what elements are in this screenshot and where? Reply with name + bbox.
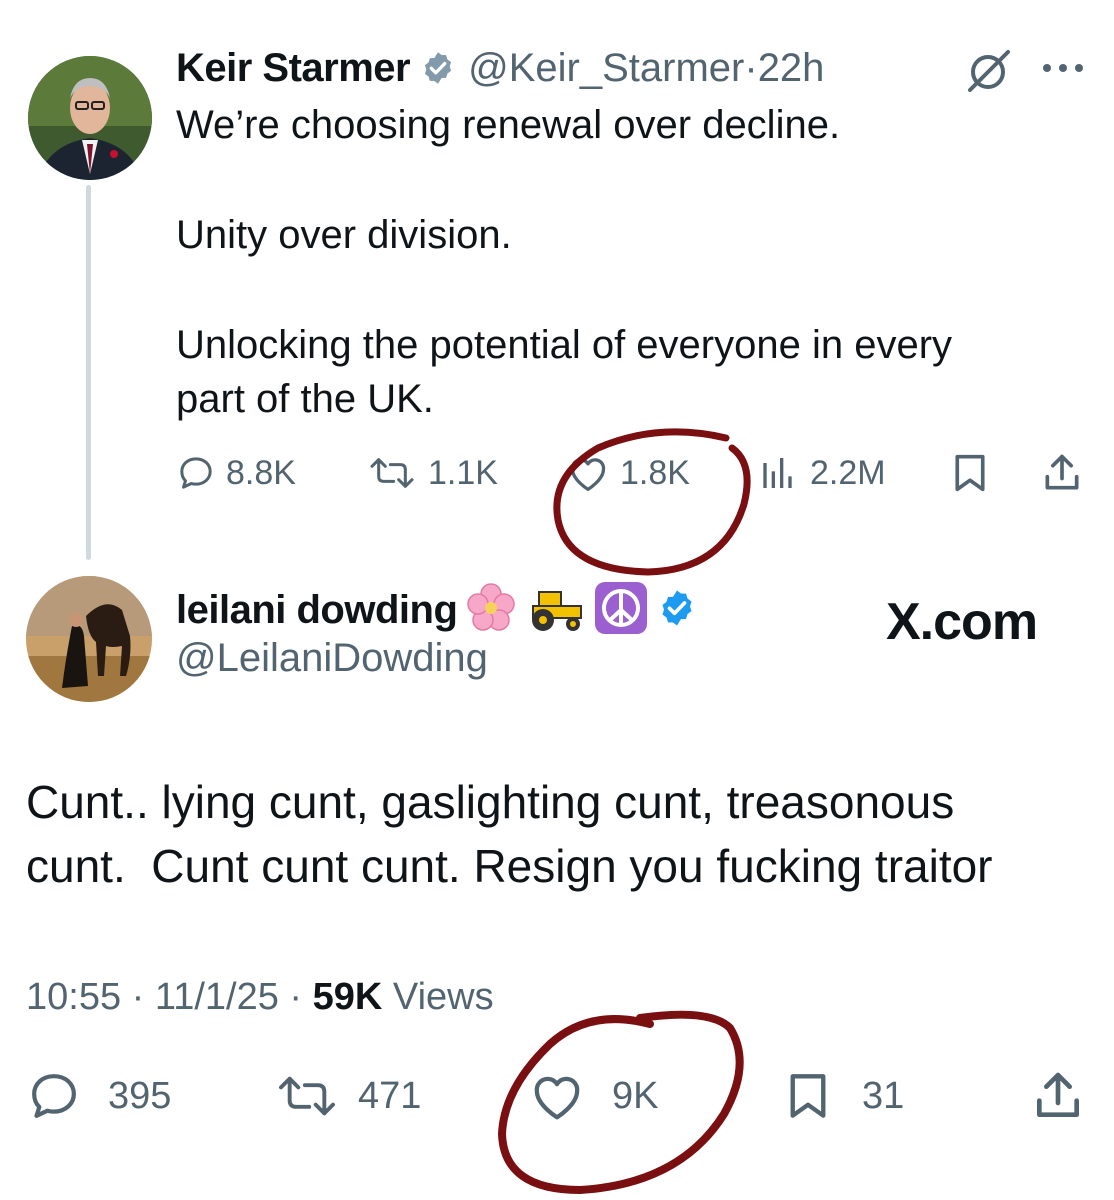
tweet1-author-name[interactable]: Keir Starmer <box>176 46 411 91</box>
tweet1-separator: · <box>744 45 758 90</box>
tweet2-handle[interactable]: @LeilaniDowding <box>176 636 488 681</box>
share-icon <box>1037 1072 1079 1117</box>
tweet2-views-label: Views <box>392 976 494 1018</box>
reply-icon <box>180 457 212 489</box>
cherry-blossom-emoji-icon <box>465 582 517 639</box>
views-count: 2.2M <box>810 453 886 492</box>
repost-icon <box>279 1076 335 1116</box>
keir-starmer-avatar[interactable] <box>28 56 152 180</box>
tweet1-text-line: We’re choosing renewal over decline. <box>176 103 841 147</box>
tweet2-header: leilani dowding <box>176 580 697 641</box>
tweet2-text: Cunt.. lying cunt, gaslighting cunt, tre… <box>26 770 1096 898</box>
tweet2-text-line: cunt. Cunt cunt cunt. Resign you fucking… <box>26 840 993 892</box>
tweet1-time[interactable]: 22h <box>758 46 825 90</box>
tweet2-time[interactable]: 10:55 <box>26 976 121 1018</box>
xcom-watermark: X.com <box>886 593 1038 651</box>
more-icon[interactable] <box>1040 58 1086 78</box>
views-button[interactable]: 2.2M <box>760 448 886 498</box>
share-icon <box>1045 454 1079 490</box>
bookmark-icon <box>790 1074 826 1118</box>
repost-count: 471 <box>358 1074 422 1117</box>
thread-connector-line <box>86 185 91 560</box>
bookmark-button[interactable] <box>950 448 990 498</box>
tweet2-text-line: Cunt.. lying cunt, gaslighting cunt, tre… <box>26 776 955 828</box>
tweet1-text-line: part of the UK. <box>176 377 434 421</box>
tweet1-text-line: Unity over division. <box>176 213 512 257</box>
tweet2-meta: 10:55 · 11/1/25 · 59K Views <box>26 976 494 1019</box>
reply-count: 8.8K <box>226 453 296 492</box>
reply-button[interactable]: 395 <box>26 1068 171 1124</box>
tractor-emoji-icon <box>525 582 585 639</box>
repost-icon <box>370 458 414 488</box>
repost-count: 1.1K <box>428 453 498 492</box>
meta-separator: · <box>289 976 303 1018</box>
tweet1-text-line: Unlocking the potential of everyone in e… <box>176 323 953 367</box>
reply-icon <box>32 1074 76 1118</box>
bookmark-count: 31 <box>862 1074 905 1117</box>
bookmark-icon <box>955 454 985 492</box>
repost-button[interactable]: 1.1K <box>366 448 498 498</box>
peace-symbol-emoji-icon <box>593 580 649 641</box>
views-icon <box>763 458 792 488</box>
tweet1-handle[interactable]: @Keir_Starmer <box>468 46 744 90</box>
reply-button[interactable]: 8.8K <box>176 448 296 498</box>
page: Keir Starmer @Keir_Starmer·22h We’re cho… <box>0 0 1114 1200</box>
share-button[interactable] <box>1040 448 1084 498</box>
annotation-circle <box>553 428 751 576</box>
verified-badge-icon <box>420 50 456 86</box>
leilani-dowding-avatar[interactable] <box>26 576 152 702</box>
grok-icon[interactable] <box>962 44 1014 96</box>
tweet2-author-name[interactable]: leilani dowding <box>176 588 458 633</box>
bookmark-button[interactable]: 31 <box>784 1068 904 1124</box>
repost-button[interactable]: 471 <box>274 1068 421 1124</box>
reply-count: 395 <box>108 1074 172 1117</box>
meta-separator: · <box>131 976 145 1018</box>
verified-badge-icon <box>657 588 697 633</box>
tweet2-date[interactable]: 11/1/25 <box>155 976 279 1018</box>
annotation-circle <box>497 1010 744 1195</box>
tweet1-header: Keir Starmer @Keir_Starmer·22h <box>176 40 824 96</box>
tweet2-views-count[interactable]: 59K <box>313 976 383 1018</box>
share-button[interactable] <box>1030 1068 1086 1124</box>
